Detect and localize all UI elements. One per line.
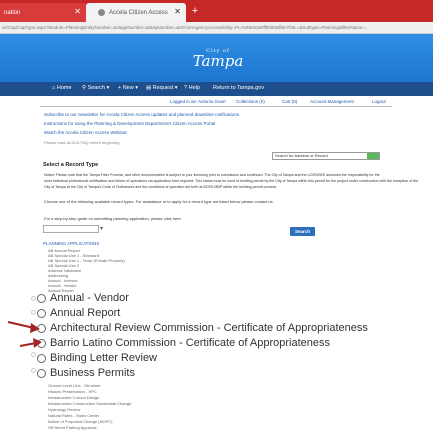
arrow-icon bbox=[19, 338, 42, 348]
annotation-arrows bbox=[7, 321, 42, 348]
arrow-icon bbox=[7, 321, 40, 333]
